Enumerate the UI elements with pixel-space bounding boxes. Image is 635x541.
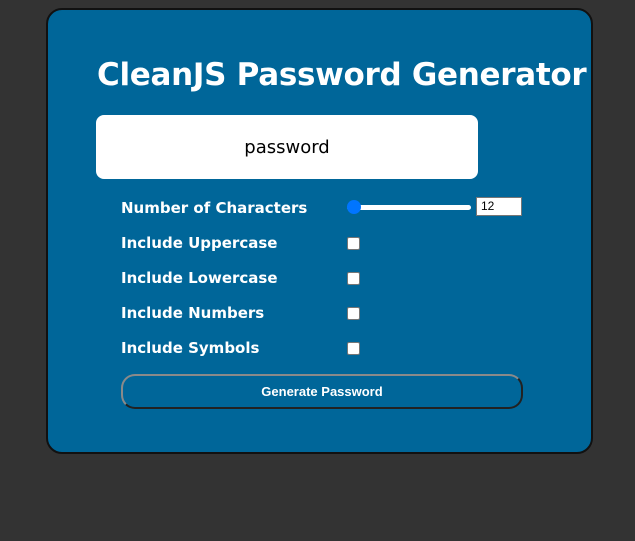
lowercase-checkbox[interactable]	[347, 272, 360, 285]
uppercase-label: Include Uppercase	[121, 234, 278, 252]
page-title: CleanJS Password Generator	[97, 57, 587, 93]
uppercase-checkbox[interactable]	[347, 237, 360, 250]
length-row: Number of Characters 12	[121, 197, 541, 221]
numbers-checkbox[interactable]	[347, 307, 360, 320]
length-slider-thumb[interactable]	[347, 200, 361, 214]
length-label: Number of Characters	[121, 199, 308, 217]
lowercase-label: Include Lowercase	[121, 269, 278, 287]
password-output[interactable]: password	[96, 115, 478, 179]
generator-card: CleanJS Password Generator password Numb…	[46, 8, 593, 454]
symbols-label: Include Symbols	[121, 339, 260, 357]
length-number-input[interactable]: 12	[476, 197, 522, 216]
generate-password-button[interactable]: Generate Password	[121, 374, 523, 409]
lowercase-row: Include Lowercase	[121, 267, 541, 291]
symbols-checkbox[interactable]	[347, 342, 360, 355]
symbols-row: Include Symbols	[121, 337, 541, 361]
uppercase-row: Include Uppercase	[121, 232, 541, 256]
password-output-text: password	[244, 136, 330, 158]
numbers-label: Include Numbers	[121, 304, 265, 322]
length-slider[interactable]	[347, 200, 471, 214]
numbers-row: Include Numbers	[121, 302, 541, 326]
